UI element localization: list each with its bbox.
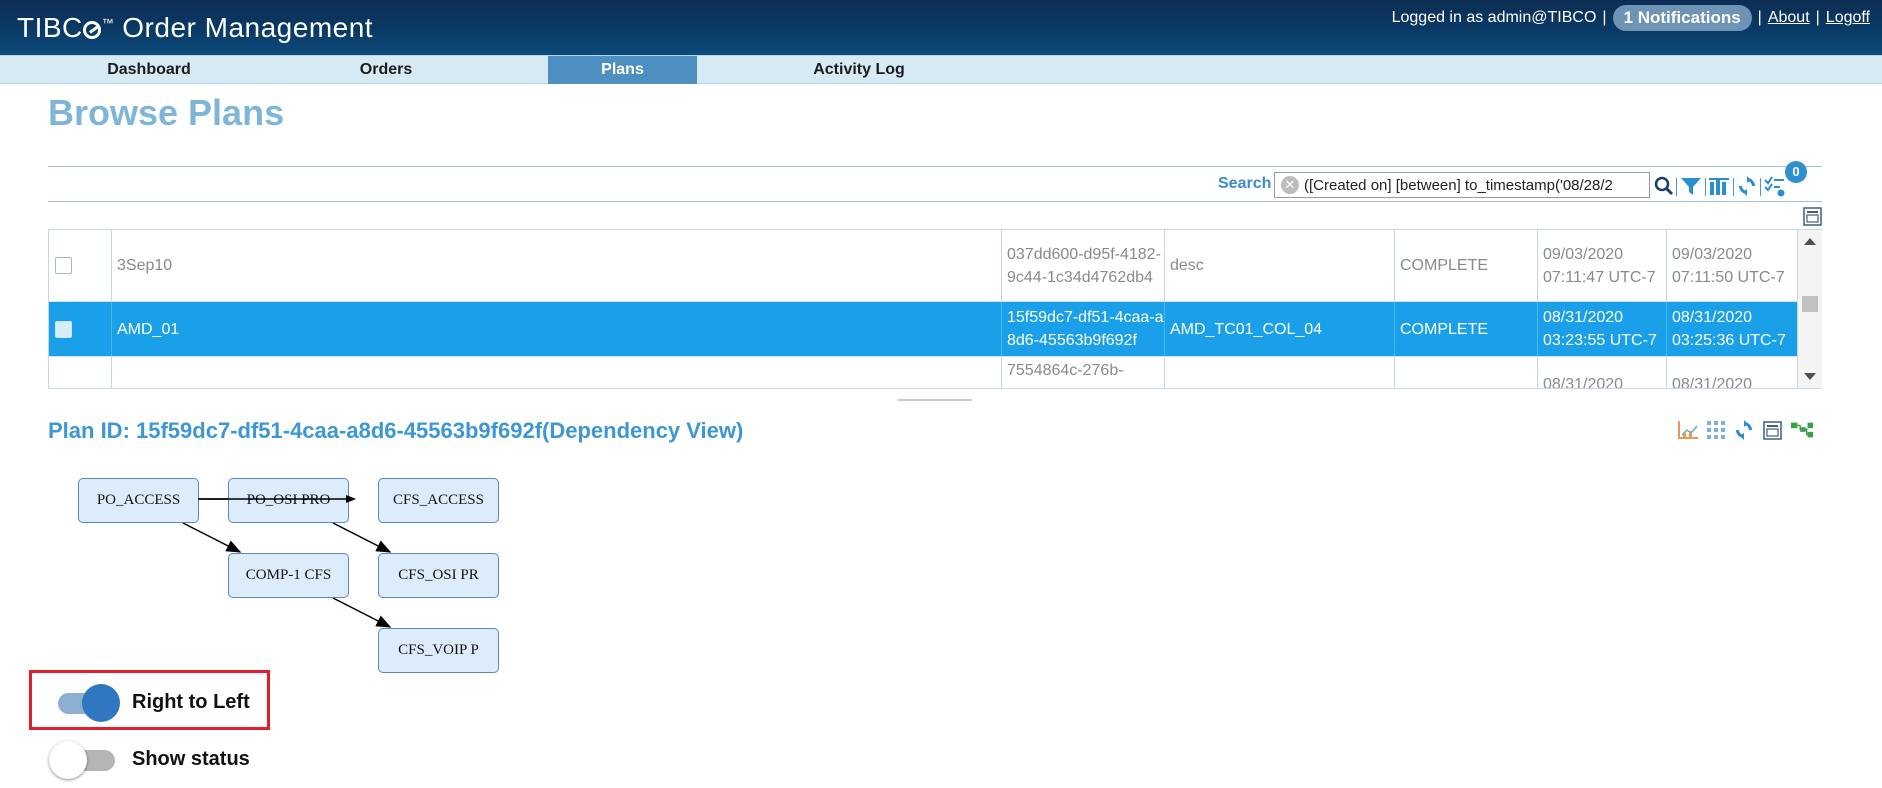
right-to-left-toggle[interactable]	[52, 682, 120, 722]
search-input[interactable]: ✕ ([Created on] [between] to_timestamp('…	[1274, 172, 1650, 198]
show-status-toggle[interactable]	[49, 739, 115, 779]
created-cell: 08/31/2020 03:23:55 UTC-7	[1538, 302, 1667, 356]
checklist-icon[interactable]	[1764, 175, 1786, 197]
created-cell: 09/03/2020 07:11:47 UTC-7	[1538, 230, 1667, 301]
graph-node[interactable]: PO_ACCESS	[78, 478, 199, 523]
edge-po-access-comp1	[182, 522, 242, 553]
graph-node[interactable]: PO_OSI PRO	[228, 478, 349, 523]
table-row-selected[interactable]: AMD_01 15f59dc7-df51-4caa-a8d6-45563b9f6…	[49, 302, 1797, 357]
status-cell	[1395, 357, 1538, 388]
graph-node[interactable]: CFS_VOIP P	[378, 628, 499, 673]
columns-icon[interactable]	[1709, 175, 1731, 197]
right-to-left-label: Right to Left	[132, 691, 250, 713]
tab-activity-log[interactable]: Activity Log	[764, 56, 954, 84]
about-link[interactable]: About	[1768, 9, 1810, 27]
search-toolbar: Search ✕ ([Created on] [between] to_time…	[48, 166, 1822, 202]
tibco-logo-text: TIBC	[17, 12, 83, 43]
search-icon[interactable]	[1653, 175, 1675, 197]
scroll-thumb[interactable]	[1802, 296, 1818, 312]
table-scrollbar[interactable]	[1798, 229, 1822, 389]
user-bar: Logged in as admin@TIBCO | 1 Notificatio…	[1392, 4, 1870, 32]
collapse-grid-icon[interactable]	[1803, 207, 1822, 226]
page-title: Browse Plans	[48, 92, 285, 133]
status-cell: COMPLETE	[1395, 302, 1538, 356]
plan-detail-toolbar	[1676, 418, 1822, 442]
collapse-icon[interactable]	[1760, 418, 1784, 442]
modified-cell: 08/31/2020	[1672, 376, 1753, 389]
graph-node[interactable]: CFS_OSI PR	[378, 553, 499, 598]
edge-comp1-cfs-voip	[332, 597, 392, 628]
toggle-knob	[49, 741, 87, 779]
app-logo[interactable]: TIBC ™ Order Management	[17, 12, 373, 44]
plan-id-cell: 7554864c-276b-	[1002, 357, 1165, 388]
plan-detail-title: Plan ID: 15f59dc7-df51-4caa-a8d6-45563b9…	[48, 418, 744, 443]
toolbar-divider	[1676, 178, 1677, 196]
tab-plans[interactable]: Plans	[548, 56, 697, 84]
row-checkbox[interactable]	[55, 320, 72, 338]
row-select-cell	[49, 230, 112, 301]
filter-icon[interactable]	[1680, 175, 1702, 197]
toolbar-divider	[1705, 178, 1706, 196]
created-cell: 08/31/2020	[1538, 357, 1667, 388]
plan-id-cell: 15f59dc7-df51-4caa-a8d6-45563b9f692f	[1002, 302, 1165, 356]
main-nav: Dashboard Orders Plans Activity Log	[0, 55, 1882, 84]
grid-icon[interactable]	[1704, 418, 1728, 442]
scroll-down-arrow-icon[interactable]	[1804, 373, 1816, 380]
logoff-link[interactable]: Logoff	[1826, 9, 1870, 27]
selection-count-badge: 0	[1785, 161, 1807, 183]
separator: |	[1815, 9, 1820, 26]
table-row[interactable]: 3Sep10 037dd600-d95f-4182-9c44-1c34d4762…	[49, 230, 1797, 302]
row-checkbox[interactable]	[55, 257, 72, 274]
description-cell	[1165, 357, 1395, 388]
row-select-cell	[49, 302, 112, 356]
tab-dashboard[interactable]: Dashboard	[54, 56, 244, 84]
notifications-button[interactable]: 1 Notifications	[1612, 5, 1752, 31]
row-select-cell	[49, 357, 112, 388]
refresh-icon[interactable]	[1736, 175, 1758, 197]
search-query[interactable]: ([Created on] [between] to_timestamp('08…	[1304, 177, 1613, 194]
modified-cell: 08/31/2020 03:25:36 UTC-7	[1672, 309, 1786, 349]
app-header: TIBC ™ Order Management Logged in as admin…	[0, 0, 1882, 55]
graph-node[interactable]: CFS_ACCESS	[378, 478, 499, 523]
show-status-label: Show status	[132, 748, 250, 770]
plans-table: 3Sep10 037dd600-d95f-4182-9c44-1c34d4762…	[48, 229, 1798, 389]
trademark-mark: ™	[101, 15, 115, 30]
toggle-knob	[82, 684, 120, 722]
plan-name-cell	[112, 357, 1002, 388]
separator: |	[1757, 9, 1762, 26]
dependency-graph: PO_ACCESS PO_OSI PRO CFS_ACCESS COMP-1 C…	[70, 470, 530, 680]
graph-node[interactable]: COMP-1 CFS	[228, 553, 349, 598]
separator: |	[1602, 9, 1607, 26]
tab-orders[interactable]: Orders	[291, 56, 481, 84]
search-label: Search	[1218, 175, 1272, 192]
logged-in-text: Logged in as admin@TIBCO	[1391, 9, 1597, 26]
toolbar-divider	[1733, 178, 1734, 196]
chart-icon[interactable]	[1676, 418, 1700, 442]
panel-resize-handle[interactable]	[898, 399, 972, 401]
plan-name-cell: AMD_01	[112, 302, 1002, 356]
toolbar-divider	[1760, 178, 1761, 196]
description-cell: AMD_TC01_COL_04	[1165, 302, 1395, 356]
status-cell: COMPLETE	[1395, 230, 1538, 301]
scroll-up-arrow-icon[interactable]	[1804, 238, 1816, 245]
edge-po-osi-cfs-osi	[332, 522, 392, 553]
table-row[interactable]: 7554864c-276b- 08/31/2020 08/31/2020	[49, 357, 1797, 389]
tibco-logo-mark	[82, 21, 101, 39]
tree-icon[interactable]	[1790, 418, 1814, 442]
refresh-icon[interactable]	[1732, 418, 1756, 442]
plan-id-cell: 037dd600-d95f-4182-9c44-1c34d4762db4	[1002, 230, 1165, 301]
app-title: Order Management	[122, 12, 374, 43]
description-cell: desc	[1165, 230, 1395, 301]
clear-search-icon[interactable]: ✕	[1281, 176, 1299, 194]
modified-cell: 09/03/2020 07:11:50 UTC-7	[1672, 245, 1785, 286]
plan-name-cell: 3Sep10	[112, 230, 1002, 301]
